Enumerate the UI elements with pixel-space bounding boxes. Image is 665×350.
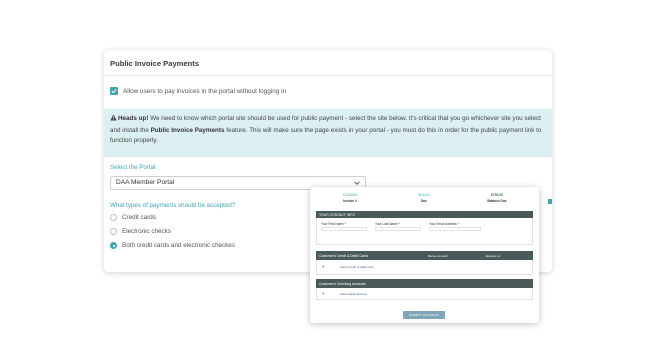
email-label: Your Email Address * [429, 222, 459, 226]
radio-credit-cards[interactable] [110, 214, 117, 221]
add-bank-link[interactable]: Add a bank account [340, 292, 367, 296]
first-name-input[interactable] [321, 227, 367, 231]
option-label: Both credit cards and electronic checkes [122, 242, 236, 249]
payment-form-preview: 12345010 Invoice # 6/16/22 Due $750.00 B… [310, 187, 539, 323]
contact-info-body: Your First Name * Your Last Name * Your … [316, 218, 533, 245]
radio-electronic-checks[interactable] [110, 228, 117, 235]
check-icon [111, 89, 117, 94]
checking-header: Customer's Checking Accounts [316, 279, 533, 288]
plus-icon: + [322, 291, 325, 296]
card-title: Public Invoice Payments [110, 59, 200, 68]
title-divider [104, 75, 552, 76]
heads-up-alert: Heads up! We need to know which portal s… [104, 109, 552, 157]
option-label: Credit cards [122, 214, 156, 221]
allow-public-payments-row[interactable]: Allow users to pay invoices in the porta… [110, 87, 286, 95]
portal-select-value: DAA Member Portal [116, 179, 175, 186]
email-input[interactable] [429, 227, 481, 231]
summary-value: $750.00 [490, 193, 504, 197]
invoice-summary: 12345010 Invoice # 6/16/22 Due $750.00 B… [310, 193, 539, 207]
option-electronic-checks[interactable]: Electronic checks [110, 228, 171, 235]
cards-body: + Add a credit or debit card [316, 260, 533, 275]
add-card-link[interactable]: Add a credit or debit card [340, 265, 374, 269]
alert-lead: Heads up! [118, 115, 149, 122]
payment-types-label: What types of payments should be accepte… [110, 202, 236, 209]
summary-label: Invoice # [343, 199, 357, 203]
plus-icon: + [322, 264, 325, 269]
cards-header: Customer's Credit & Debit Cards Name on … [316, 251, 533, 260]
summary-balance: $750.00 Balance Due [472, 193, 522, 203]
submit-payment-button[interactable]: SUBMIT PAYMENT [403, 311, 445, 319]
summary-label: Due [420, 199, 428, 203]
summary-value: 6/16/22 [418, 193, 430, 197]
cards-title: Customer's Credit & Debit Cards [319, 253, 369, 258]
option-both[interactable]: Both credit cards and electronic checkes [110, 242, 235, 249]
checking-body: + Add a bank account [316, 288, 533, 300]
summary-due: 6/16/22 Due [399, 193, 449, 203]
contact-info-header: YOUR CONTACT INFO [316, 211, 533, 218]
summary-value: 12345010 [342, 193, 358, 197]
summary-invoice: 12345010 Invoice # [325, 193, 375, 203]
first-name-label: Your First Name * [321, 222, 347, 226]
portal-select-label: Select the Portal [110, 164, 156, 171]
cards-col-name: Name on card [428, 253, 448, 258]
radio-both[interactable] [110, 242, 117, 249]
chevron-down-icon [354, 181, 360, 185]
option-label: Electronic checks [122, 228, 171, 235]
allow-public-payments-label: Allow users to pay invoices in the porta… [123, 87, 287, 95]
allow-public-payments-checkbox[interactable] [110, 87, 118, 95]
cards-col-expires: Expires on [486, 253, 501, 258]
side-tab-handle[interactable] [548, 199, 552, 204]
option-credit-cards[interactable]: Credit cards [110, 214, 156, 221]
alert-feature-name: Public Invoice Payments [150, 126, 225, 134]
summary-label: Balance Due [487, 199, 507, 203]
warning-icon [110, 114, 118, 126]
last-name-label: Your Last Name * [375, 222, 400, 226]
last-name-input[interactable] [375, 227, 421, 231]
